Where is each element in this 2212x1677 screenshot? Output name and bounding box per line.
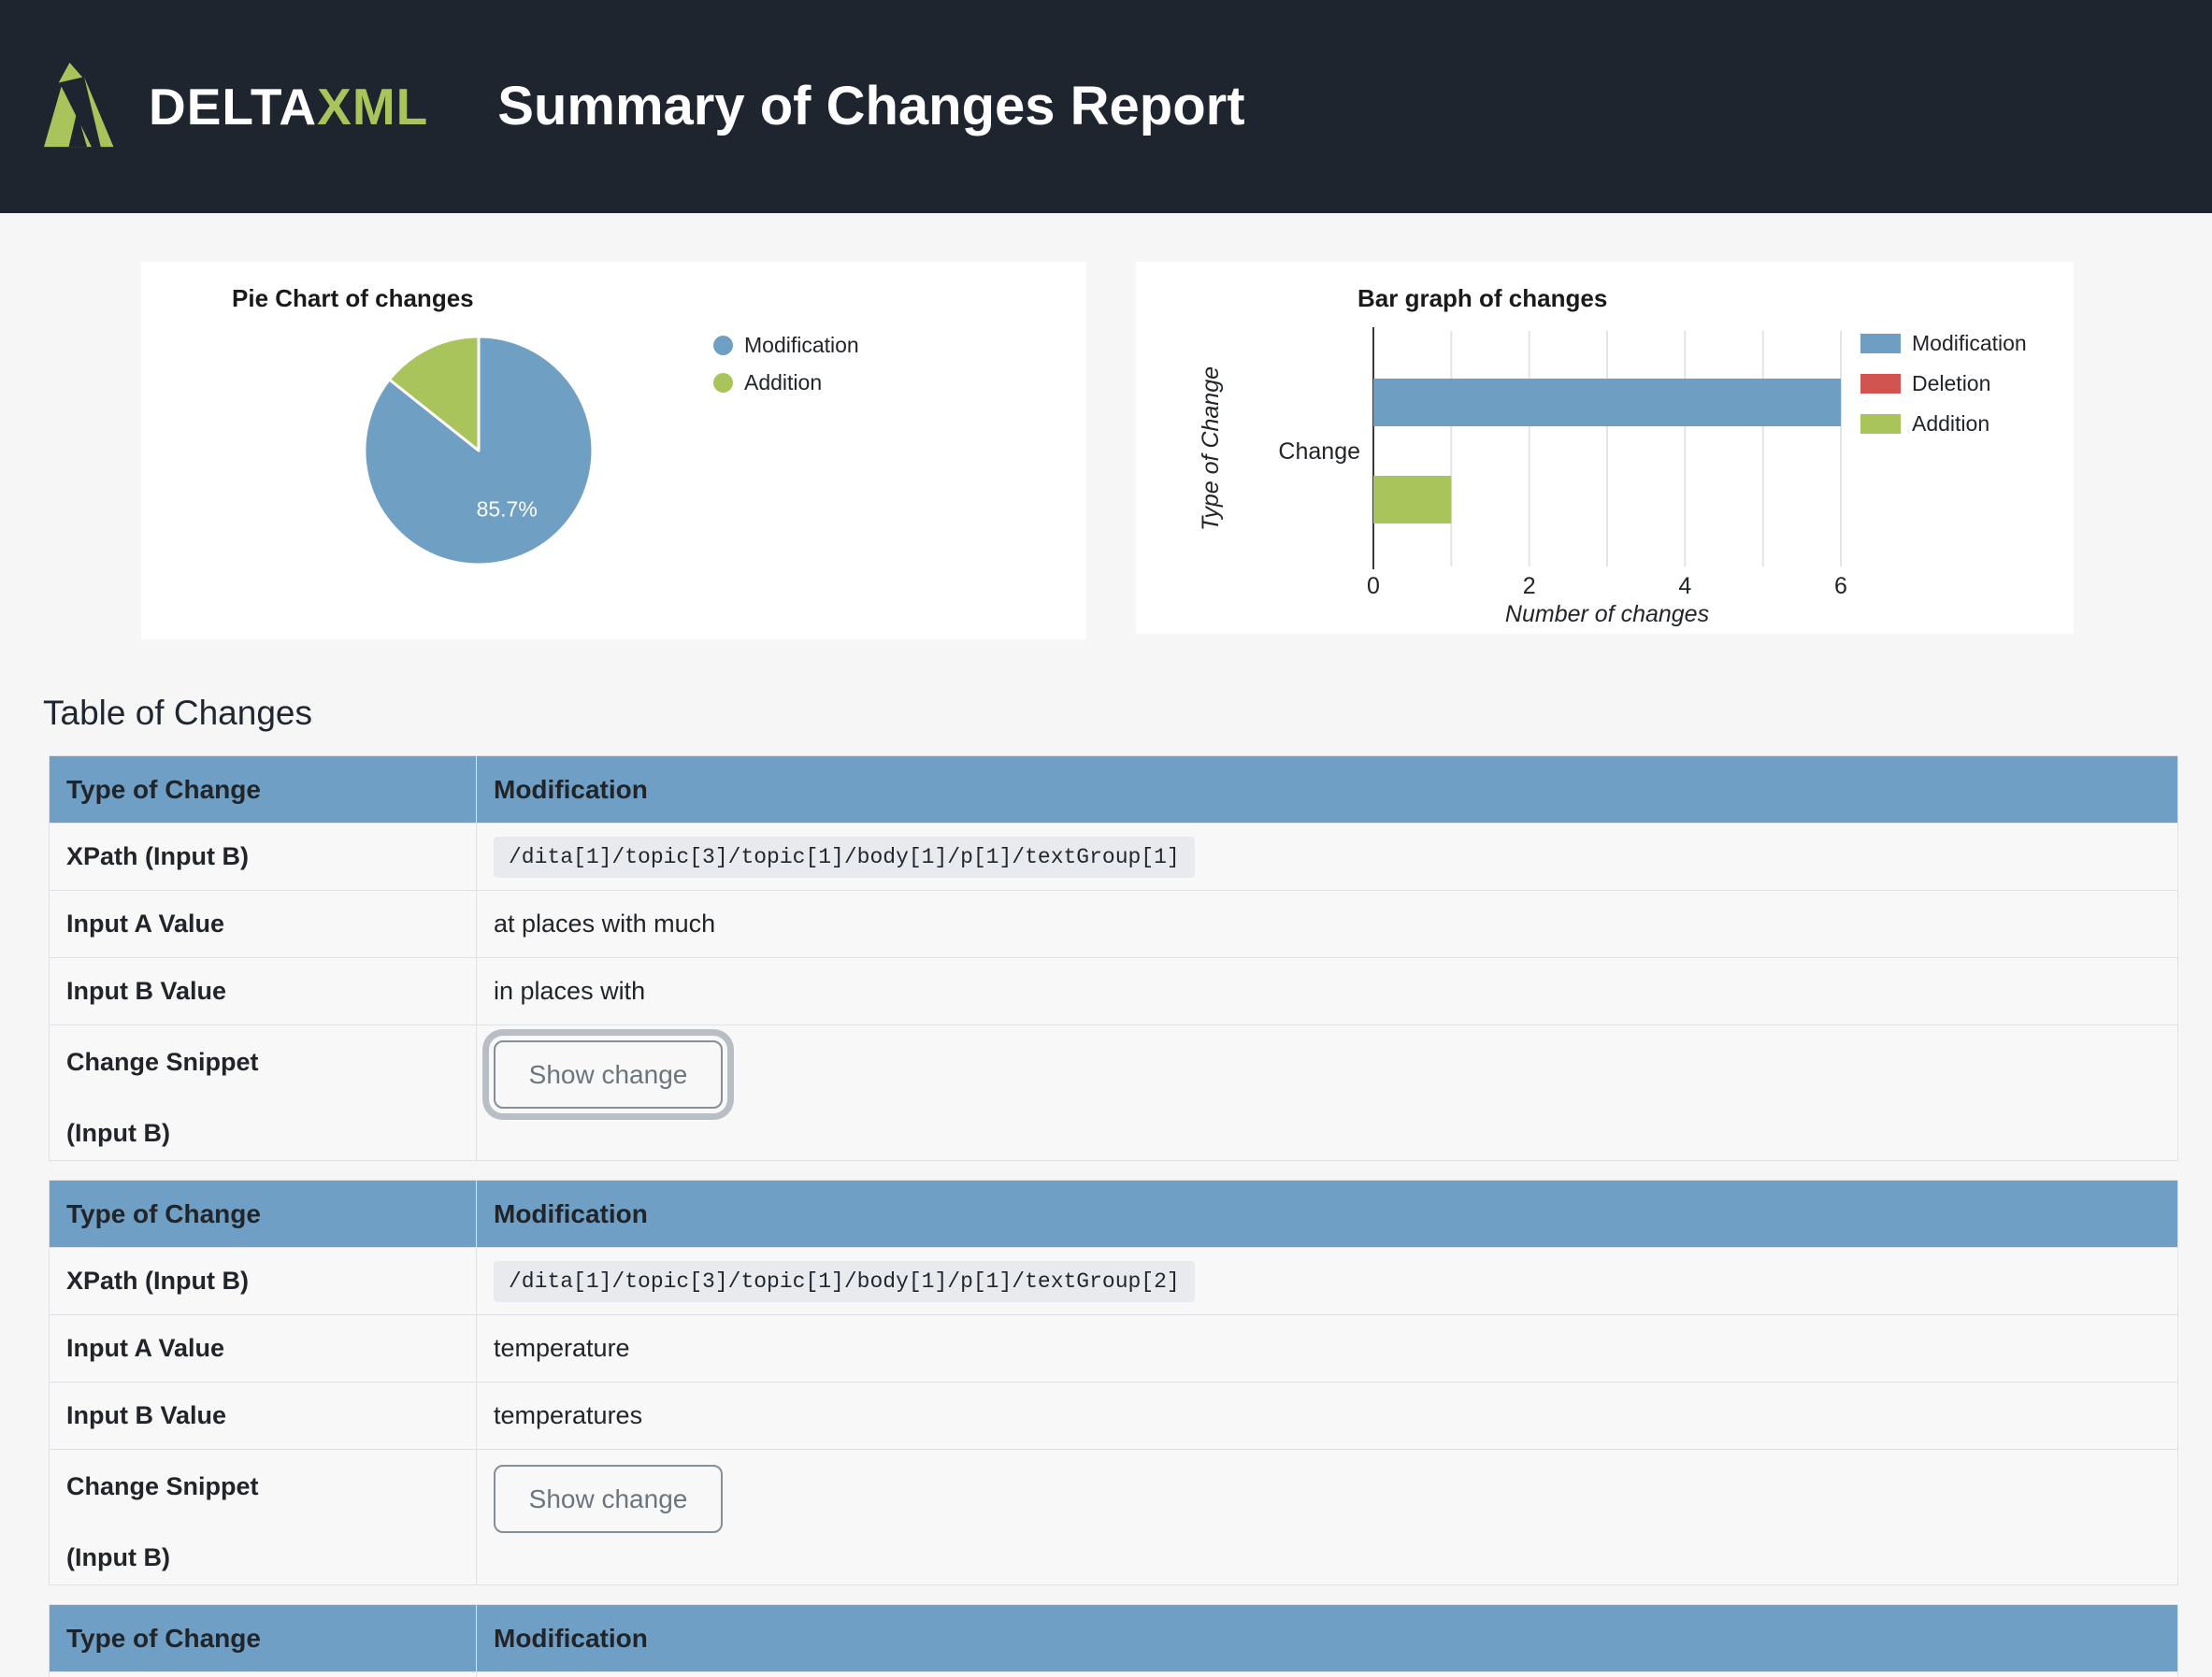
- addition-swatch-icon: [1860, 414, 1901, 434]
- modification-swatch-icon: [1860, 334, 1901, 353]
- xpath-label: XPath (Input B): [50, 824, 477, 891]
- pie-legend-label: Modification: [744, 333, 859, 358]
- input-b-row: Input B Value in places with: [50, 958, 2178, 1025]
- bar-legend-label: Deletion: [1912, 371, 1990, 396]
- header-change-type-value: Modification: [477, 1181, 2178, 1248]
- bar-legend-label: Modification: [1912, 331, 2027, 356]
- change-snippet-label-line1: Change Snippet: [66, 1472, 476, 1501]
- show-change-button[interactable]: Show change: [494, 1465, 723, 1533]
- pie-legend: Modification Addition: [713, 333, 859, 395]
- x-tick-2: 2: [1523, 573, 1536, 599]
- bar-y-axis-title: Type of Change: [1198, 366, 1224, 531]
- deltaxml-wordmark: DELTAXML: [149, 81, 428, 133]
- header-change-type-value: Modification: [477, 756, 2178, 824]
- bar-chart-title: Bar graph of changes: [1357, 284, 1607, 313]
- modification-swatch-icon: [713, 336, 733, 355]
- addition-swatch-icon: [713, 373, 733, 393]
- pie-legend-item-addition: Addition: [713, 370, 859, 395]
- header-type-of-change: Type of Change: [50, 1181, 477, 1248]
- bar-legend-item-addition: Addition: [1860, 411, 2027, 437]
- input-a-row: Input A Value at places with much: [50, 891, 2178, 958]
- show-change-button[interactable]: Show change: [494, 1040, 723, 1109]
- xpath-value-cell: [477, 1672, 2178, 1677]
- input-b-label: Input B Value: [50, 958, 477, 1025]
- page-title: Summary of Changes Report: [497, 79, 1244, 134]
- x-tick-6: 6: [1834, 573, 1847, 599]
- pie-value-label: 85.7%: [477, 497, 538, 522]
- x-tick-0: 0: [1367, 573, 1380, 599]
- input-a-value: at places with much: [477, 891, 2178, 958]
- pie-chart: 85.7%: [362, 333, 596, 568]
- change-snippet-row: Change Snippet (Input B) Show change: [50, 1450, 2178, 1585]
- change-table-3: Type of Change Modification: [49, 1604, 2178, 1677]
- xpath-row: [50, 1672, 2178, 1677]
- bar-addition: [1373, 476, 1451, 523]
- header-type-of-change: Type of Change: [50, 756, 477, 824]
- input-b-value: temperatures: [477, 1383, 2178, 1450]
- pie-chart-title: Pie Chart of changes: [232, 284, 474, 313]
- header-change-type-value: Modification: [477, 1605, 2178, 1672]
- bar-modification: [1373, 379, 1841, 426]
- input-b-value: in places with: [477, 958, 2178, 1025]
- table-header-row: Type of Change Modification: [50, 1181, 2178, 1248]
- input-b-row: Input B Value temperatures: [50, 1383, 2178, 1450]
- table-of-changes-heading: Table of Changes: [43, 694, 312, 733]
- input-b-label: Input B Value: [50, 1383, 477, 1450]
- bar-x-axis-title: Number of changes: [1505, 601, 1709, 626]
- wordmark-xml: XML: [317, 78, 428, 136]
- change-snippet-label: Change Snippet (Input B): [50, 1025, 477, 1161]
- deltaxml-triangle-logo-icon: [44, 63, 136, 151]
- xpath-row: XPath (Input B) /dita[1]/topic[3]/topic[…: [50, 1248, 2178, 1315]
- input-a-label: Input A Value: [50, 891, 477, 958]
- pie-legend-label: Addition: [744, 370, 822, 395]
- bar-legend-label: Addition: [1912, 411, 1989, 437]
- xpath-label: [50, 1672, 477, 1677]
- change-snippet-label-line2: (Input B): [66, 1543, 476, 1572]
- deletion-swatch-icon: [1860, 374, 1901, 394]
- change-table-2: Type of Change Modification XPath (Input…: [49, 1180, 2178, 1585]
- wordmark-delta: DELTA: [149, 78, 317, 136]
- bar-legend-item-modification: Modification: [1860, 331, 2027, 356]
- change-snippet-row: Change Snippet (Input B) Show change: [50, 1025, 2178, 1161]
- table-header-row: Type of Change Modification: [50, 756, 2178, 824]
- input-a-label: Input A Value: [50, 1315, 477, 1383]
- change-snippet-label-line2: (Input B): [66, 1119, 476, 1148]
- xpath-row: XPath (Input B) /dita[1]/topic[3]/topic[…: [50, 824, 2178, 891]
- input-a-row: Input A Value temperature: [50, 1315, 2178, 1383]
- pie-chart-card: Pie Chart of changes 85.7% Modification …: [141, 262, 1086, 639]
- bar-legend: Modification Deletion Addition: [1860, 331, 2027, 437]
- pie-legend-item-modification: Modification: [713, 333, 859, 358]
- header-type-of-change: Type of Change: [50, 1605, 477, 1672]
- xpath-value: /dita[1]/topic[3]/topic[1]/body[1]/p[1]/…: [494, 837, 1195, 878]
- input-a-value: temperature: [477, 1315, 2178, 1383]
- change-snippet-label-line1: Change Snippet: [66, 1048, 476, 1077]
- bar-legend-item-deletion: Deletion: [1860, 371, 2027, 396]
- table-header-row: Type of Change Modification: [50, 1605, 2178, 1672]
- summary-of-changes-page: DELTAXML Summary of Changes Report Pie C…: [0, 0, 2212, 1677]
- xpath-label: XPath (Input B): [50, 1248, 477, 1315]
- x-tick-4: 4: [1678, 573, 1691, 599]
- bar-chart-card: Bar graph of changes Change Type of Chan…: [1136, 262, 2074, 634]
- change-snippet-label: Change Snippet (Input B): [50, 1450, 477, 1585]
- change-table-1: Type of Change Modification XPath (Input…: [49, 755, 2178, 1161]
- xpath-value: /dita[1]/topic[3]/topic[1]/body[1]/p[1]/…: [494, 1261, 1195, 1302]
- app-header: DELTAXML Summary of Changes Report: [0, 0, 2212, 213]
- bar-chart: Change Type of Change 0 2 4 6 Number of …: [1183, 313, 1912, 626]
- bar-category-label: Change: [1278, 438, 1360, 465]
